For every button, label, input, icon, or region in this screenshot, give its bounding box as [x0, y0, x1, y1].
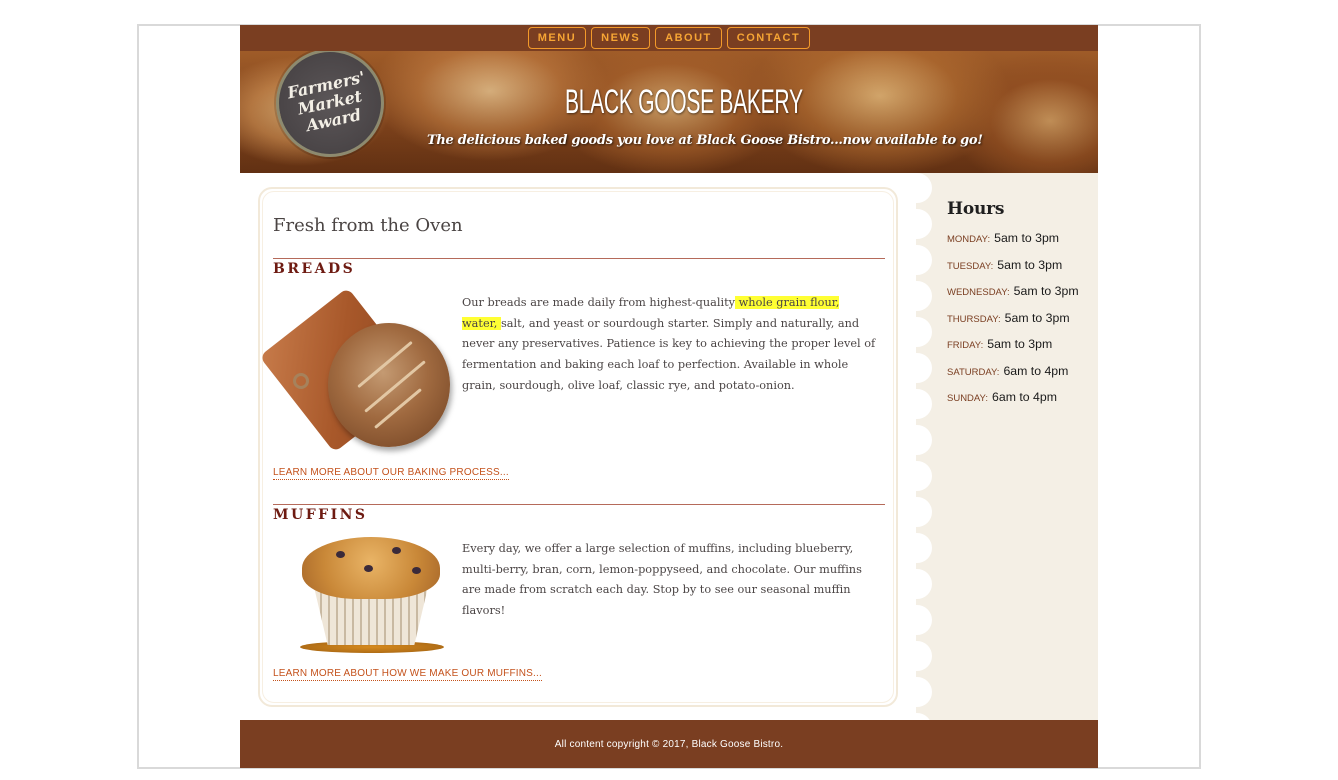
board-rope — [293, 373, 309, 389]
hours-row-sunday: Sunday: 6am to 4pm — [947, 390, 1079, 417]
time-value: 5am to 3pm — [997, 257, 1063, 272]
time-value: 5am to 3pm — [987, 337, 1053, 351]
hours-row-wednesday: Wednesday: 5am to 3pm — [947, 284, 1079, 311]
hours-title: Hours — [947, 199, 1005, 219]
hours-row-saturday: Saturday: 6am to 4pm — [947, 364, 1079, 391]
page-title: Fresh from the Oven — [273, 215, 463, 236]
day-label: Sunday: — [947, 393, 989, 404]
copyright-text: All content copyright © 2017, Black Goos… — [554, 738, 784, 750]
page: MENU NEWS ABOUT CONTACT Farmers' Market … — [240, 25, 1098, 768]
breads-heading: BREADS — [273, 261, 356, 277]
day-label: Monday: — [947, 234, 991, 245]
divider — [273, 258, 885, 259]
day-label: Tuesday: — [947, 260, 994, 272]
bread-image — [259, 287, 450, 453]
nav-item-contact[interactable]: CONTACT — [726, 27, 811, 49]
muffins-heading: MUFFINS — [273, 507, 368, 523]
day-label: Saturday: — [947, 366, 1000, 378]
main-nav: MENU NEWS ABOUT CONTACT — [240, 25, 1098, 51]
bread-loaf — [328, 323, 450, 447]
muffin-image — [300, 537, 450, 655]
nav-item-label: ABOUT — [665, 32, 712, 44]
hours-row-tuesday: Tuesday: 5am to 3pm — [947, 258, 1079, 285]
time-value: 6am to 4pm — [992, 390, 1057, 404]
hours-row-thursday: Thursday: 5am to 3pm — [947, 311, 1079, 338]
day-label: Thursday: — [947, 313, 1001, 325]
breads-text: Our breads are made daily from highest-q… — [462, 296, 736, 309]
nav-item-label: MENU — [537, 32, 577, 44]
learn-more-baking-link[interactable]: Learn more about our baking process... — [273, 467, 509, 480]
nav-item-about[interactable]: ABOUT — [655, 27, 722, 49]
learn-more-muffins-link[interactable]: Learn more about how we make our muffins… — [273, 668, 542, 681]
nav-item-label: CONTACT — [736, 32, 801, 44]
time-value: 5am to 3pm — [994, 231, 1060, 245]
tagline: The delicious baked goods you love at Bl… — [427, 133, 983, 148]
hours-sidebar: Hours Monday: 5am to 3pm Tuesday: 5am to 3… — [916, 173, 1098, 720]
time-value: 5am to 3pm — [1004, 310, 1070, 325]
nav-item-menu[interactable]: MENU — [527, 27, 587, 49]
header-banner: Farmers' Market Award BLACK GOOSE BAKERY… — [240, 51, 1098, 173]
hours-row-friday: Friday: 5am to 3pm — [947, 337, 1079, 364]
breads-text-continued: salt, and yeast or sourdough starter. Si… — [462, 316, 876, 392]
muffins-description: Every day, we offer a large selection of… — [462, 542, 862, 618]
time-value: 6am to 4pm — [1003, 363, 1069, 378]
nav-item-label: NEWS — [601, 32, 641, 44]
hours-list: Monday: 5am to 3pm Tuesday: 5am to 3pm Wed… — [947, 231, 1079, 417]
main-content: Fresh from the Oven BREADS Our breads ar… — [258, 187, 898, 707]
nav-item-news[interactable]: NEWS — [591, 27, 651, 49]
muffin-top — [302, 537, 440, 599]
hours-row-monday: Monday: 5am to 3pm — [947, 231, 1079, 258]
divider — [273, 504, 885, 505]
time-value: 5am to 3pm — [1013, 284, 1079, 298]
footer: All content copyright © 2017, Black Goos… — [240, 720, 1098, 768]
day-label: Wednesday: — [947, 287, 1010, 298]
day-label: Friday: — [947, 340, 984, 351]
site-logo-title: BLACK GOOSE BAKERY — [565, 83, 803, 121]
breads-description: Our breads are made daily from highest-q… — [462, 293, 877, 397]
